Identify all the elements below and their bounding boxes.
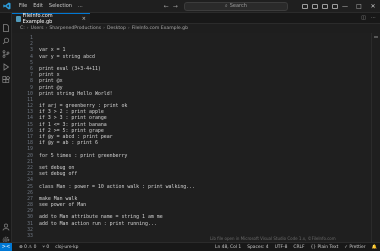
forward-arrow-icon[interactable]: → [173,3,178,10]
breadcrumb-users[interactable]: Users [31,26,44,31]
editor-scrollbar[interactable] [371,33,380,242]
chevron-right-icon: › [103,26,105,31]
scrollbar-thumb[interactable] [374,36,378,38]
run-debug-icon[interactable] [2,56,10,71]
account-icon[interactable] [2,216,10,231]
code-editor[interactable]: 1 2 3 4 5 6 7 8 9 10 11 12 13 14 15 16 17 18 19 20 21 22 23 24 2… [12,33,380,242]
toggle-secondary-sidebar-icon[interactable] [322,3,328,9]
watermark-text: Lib file open in Microsoft Visual Studio… [210,236,336,241]
menu-selection[interactable]: Selection [46,0,75,13]
line-number-gutter: 1 2 3 4 5 6 7 8 9 10 11 12 13 14 15 16 17 18 19 20 21 22 23 24 2… [12,35,33,239]
code-content[interactable]: var x = 1 var y = string abcd print eval (… [39,35,370,239]
chevron-right-icon: › [127,26,130,31]
settings-icon[interactable] [2,229,10,244]
explorer-icon[interactable] [2,17,10,32]
back-arrow-icon[interactable]: ← [164,3,169,10]
line-number: 33 [27,233,33,239]
editor-actions: ◫ ⋯ [361,15,376,21]
chevron-right-icon: › [45,26,48,31]
language-mode[interactable]: {} Plain Text [307,245,341,250]
end-of-line[interactable]: CRLF [290,245,307,250]
title-bar: File Edit Selection ... ← → ⌕ Search — □… [0,0,380,13]
cursor-position[interactable]: Ln 48, Col 1 [212,245,244,250]
indentation[interactable]: Spaces: 4 [244,245,271,250]
tab-close-button[interactable]: × [82,16,86,22]
breadcrumb-user[interactable]: SharpenedProductions [49,26,101,31]
status-right: Ln 48, Col 1 Spaces: 4 UTF-8 CRLF {} Pla… [212,245,380,250]
remote-indicator-button[interactable]: >< [0,242,12,251]
search-icon[interactable] [2,30,10,45]
tab-fileinfo-example[interactable]: FileInfo.com Example.gb × [12,13,90,25]
breadcrumb-file[interactable]: FileInfo.com Example.gb [132,26,188,31]
layout-controls [302,3,338,9]
command-center-search[interactable]: ⌕ Search [183,1,288,11]
close-button[interactable]: ✕ [366,0,380,13]
more-actions-icon[interactable]: ⋯ [371,15,376,21]
chevron-right-icon: › [26,26,29,31]
minimize-button[interactable]: — [338,0,352,13]
breadcrumb: C: › Users › SharpenedProductions › Desk… [12,24,380,33]
breadcrumb-drive[interactable]: C: [20,26,25,31]
maximize-button[interactable]: □ [352,0,366,13]
vscode-logo-icon [3,2,12,11]
window-controls: — □ ✕ [338,0,380,13]
plugin-status[interactable]: cloj-ure-kp [52,245,81,250]
extensions-icon[interactable] [2,69,11,83]
split-editor-icon[interactable]: ◫ [361,15,366,21]
search-icon: ⌕ [224,3,228,9]
menu-more[interactable]: ... [75,0,86,13]
ports-indicator[interactable]: ⑂ 0 [39,244,52,250]
prettier-status[interactable]: ✓ Prettier [341,245,368,250]
problems-indicator[interactable]: ⊗ 0 ⚠ 0 [16,245,39,250]
activity-bar [0,13,12,244]
file-icon [16,16,21,22]
editor-tab-bar: FileInfo.com Example.gb × ◫ ⋯ [12,13,380,25]
nav-arrows: ← → [164,3,178,10]
menu-file[interactable]: File [16,0,30,13]
notifications-bell-icon[interactable]: 🔔 [369,245,380,250]
toggle-primary-sidebar-icon[interactable] [302,3,308,9]
source-control-icon[interactable] [2,43,10,58]
toggle-panel-icon[interactable] [312,3,318,9]
encoding[interactable]: UTF-8 [272,245,291,250]
status-bar: >< ⊗ 0 ⚠ 0 ⑂ 0 cloj-ure-kp Ln 48, Col 1 … [0,242,380,251]
search-label: Search [229,3,247,9]
menu-edit[interactable]: Edit [30,0,46,13]
breadcrumb-desktop[interactable]: Desktop [107,26,126,31]
